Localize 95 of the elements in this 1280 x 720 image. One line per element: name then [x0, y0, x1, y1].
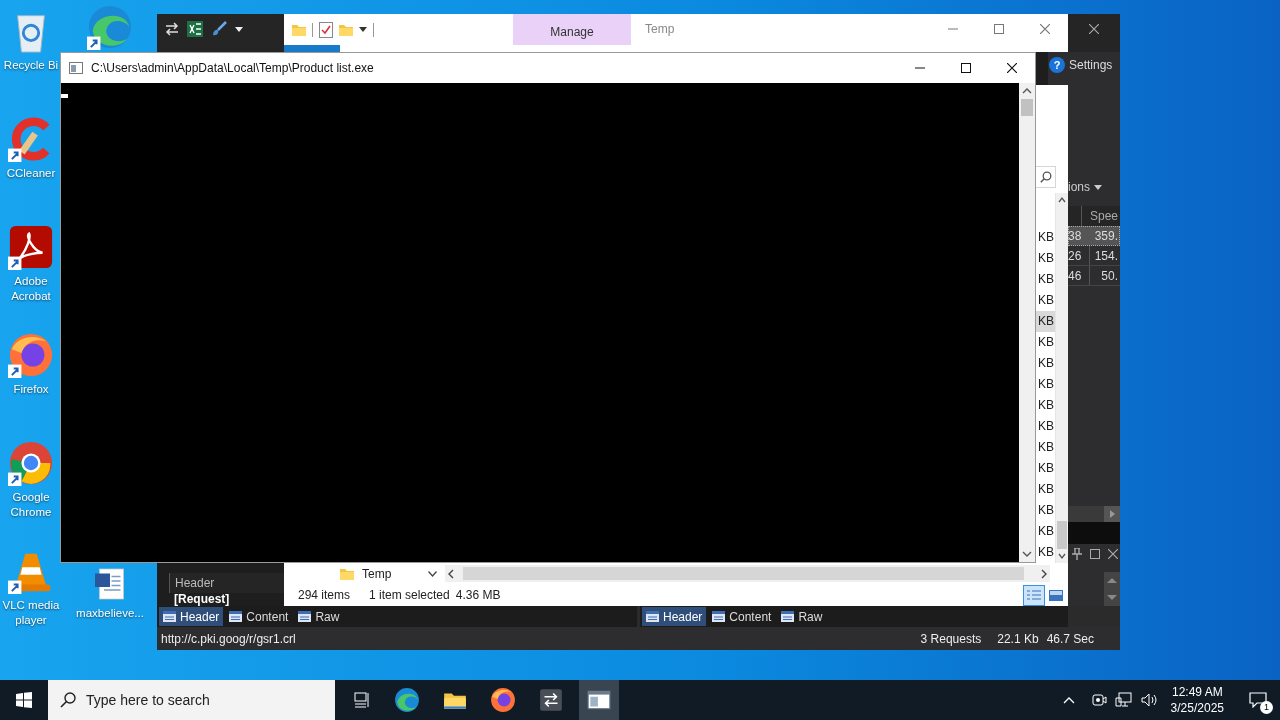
- size-cell[interactable]: KB: [1036, 500, 1055, 521]
- scrollbar[interactable]: [445, 565, 1050, 582]
- camera-icon[interactable]: [1090, 692, 1107, 708]
- checklist-icon[interactable]: [319, 21, 333, 38]
- panel-icon: [229, 611, 243, 622]
- close-icon[interactable]: [1089, 24, 1099, 34]
- size-cell[interactable]: KB: [1036, 248, 1055, 269]
- spreadsheet-icon[interactable]: [187, 21, 203, 37]
- panel-icon: [712, 611, 726, 622]
- size-cell[interactable]: KB: [1036, 374, 1055, 395]
- caret-down-icon[interactable]: [235, 26, 243, 32]
- search-field[interactable]: Type here to search: [48, 680, 335, 720]
- fox-globe-icon: [490, 687, 516, 713]
- swap-arrows-icon: [538, 687, 564, 713]
- windows-logo-icon: [16, 692, 32, 708]
- pin-icon[interactable]: [1072, 548, 1082, 560]
- brush-icon[interactable]: [211, 21, 227, 37]
- column-header: Spee: [1088, 208, 1119, 225]
- ribbon-tab[interactable]: Manage: [513, 14, 631, 45]
- panel-icon: [163, 611, 176, 622]
- selection-size: 4.36 MB: [455, 587, 501, 604]
- inspector-tab[interactable]: Content: [225, 607, 293, 626]
- caret-down-icon[interactable]: [1094, 184, 1102, 190]
- scroll-down-icon[interactable]: [1104, 589, 1120, 606]
- panel-icon: [646, 611, 659, 622]
- size-cell[interactable]: KB: [1036, 290, 1055, 311]
- size-cell[interactable]: KB: [1036, 395, 1055, 416]
- taskbar-app[interactable]: [579, 680, 619, 720]
- ring-logo-icon[interactable]: [8, 440, 54, 486]
- table-row[interactable]: 38 359.: [1068, 226, 1120, 246]
- elapsed-time: 46.7 Sec: [1046, 630, 1094, 648]
- scroll-thumb[interactable]: [1057, 521, 1067, 549]
- dropdown-button[interactable]: [425, 570, 439, 577]
- maximize-icon[interactable]: [961, 63, 971, 73]
- network-icon[interactable]: [1114, 692, 1133, 708]
- panel-icon: [781, 611, 795, 622]
- notification-badge: 1: [1260, 701, 1273, 714]
- selection-info: 1 item selected: [369, 587, 450, 604]
- size-cell[interactable]: KB: [1036, 521, 1055, 542]
- chevron-down-icon: [427, 570, 437, 577]
- table-cell-text: 50.: [1100, 268, 1119, 285]
- size-cell[interactable]: KB: [1036, 269, 1055, 290]
- size-cell[interactable]: KB: [1036, 416, 1055, 437]
- inspector-tab[interactable]: Header: [159, 607, 224, 626]
- caret-down-icon[interactable]: [359, 27, 367, 32]
- inspector-tab[interactable]: Raw: [294, 607, 344, 626]
- item-count: 294 items: [298, 587, 352, 604]
- fox-globe-icon[interactable]: [8, 332, 54, 378]
- table-cell-text: 154.: [1093, 248, 1119, 265]
- request-label: [Request]: [173, 593, 231, 606]
- scrollbar[interactable]: [1019, 83, 1035, 562]
- search-icon: [1039, 171, 1052, 184]
- wave-logo-icon: [394, 687, 420, 713]
- curve-logo-icon[interactable]: [8, 224, 54, 270]
- swap-arrows-icon[interactable]: [165, 22, 179, 36]
- size-cell[interactable]: KB: [1036, 437, 1055, 458]
- inspector-tab[interactable]: Content: [708, 607, 776, 626]
- scroll-up-icon[interactable]: [1104, 572, 1120, 589]
- close-icon[interactable]: [1108, 549, 1118, 559]
- request-count: 3 Requests: [920, 630, 982, 648]
- scrollbar[interactable]: [1068, 506, 1120, 522]
- close-icon[interactable]: [1007, 63, 1017, 73]
- size-cell[interactable]: KB: [1036, 458, 1055, 479]
- settings-label[interactable]: Settings: [1069, 56, 1113, 74]
- search-icon: [60, 692, 76, 708]
- clock[interactable]: 12:49 AM 3/25/2025: [1166, 683, 1228, 717]
- notification-button[interactable]: 1: [1236, 680, 1280, 720]
- total-size: 22.1 Kb: [997, 630, 1039, 648]
- help-button[interactable]: ?: [1049, 57, 1065, 73]
- size-cell[interactable]: KB: [1036, 353, 1055, 374]
- scrollbar[interactable]: [1056, 193, 1068, 563]
- scroll-thumb[interactable]: [1021, 99, 1033, 116]
- folder-name[interactable]: Temp: [362, 564, 392, 583]
- task-view-icon: [354, 692, 372, 708]
- size-cell[interactable]: KB: [1036, 311, 1055, 332]
- panel-icon: [298, 611, 312, 622]
- message-icon: [1249, 692, 1267, 708]
- inspector-tab[interactable]: Header: [642, 607, 707, 626]
- inspector-tab[interactable]: Raw: [777, 607, 827, 626]
- size-cell[interactable]: KB: [1036, 542, 1055, 563]
- wave-logo-icon[interactable]: [87, 4, 133, 50]
- size-cell[interactable]: KB: [1036, 479, 1055, 500]
- column-header: Header: [169, 573, 284, 593]
- view-button[interactable]: [1024, 585, 1044, 605]
- table-cell-text: 359.: [1093, 228, 1119, 245]
- window-title: C:\Users\admin\AppData\Local\Temp\Product list.exe: [91, 60, 374, 77]
- size-cell[interactable]: KB: [1036, 332, 1055, 353]
- actions-menu[interactable]: ions: [1068, 178, 1120, 196]
- size-cell[interactable]: KB: [1036, 227, 1055, 248]
- chevron-up-icon[interactable]: [1062, 696, 1075, 704]
- volume-icon[interactable]: [1140, 692, 1159, 708]
- window-icon: [69, 62, 83, 74]
- maximize-icon[interactable]: [1090, 549, 1100, 559]
- window-title: Temp: [645, 21, 675, 38]
- status-url: http://c.pki.goog/r/gsr1.crl: [161, 630, 296, 648]
